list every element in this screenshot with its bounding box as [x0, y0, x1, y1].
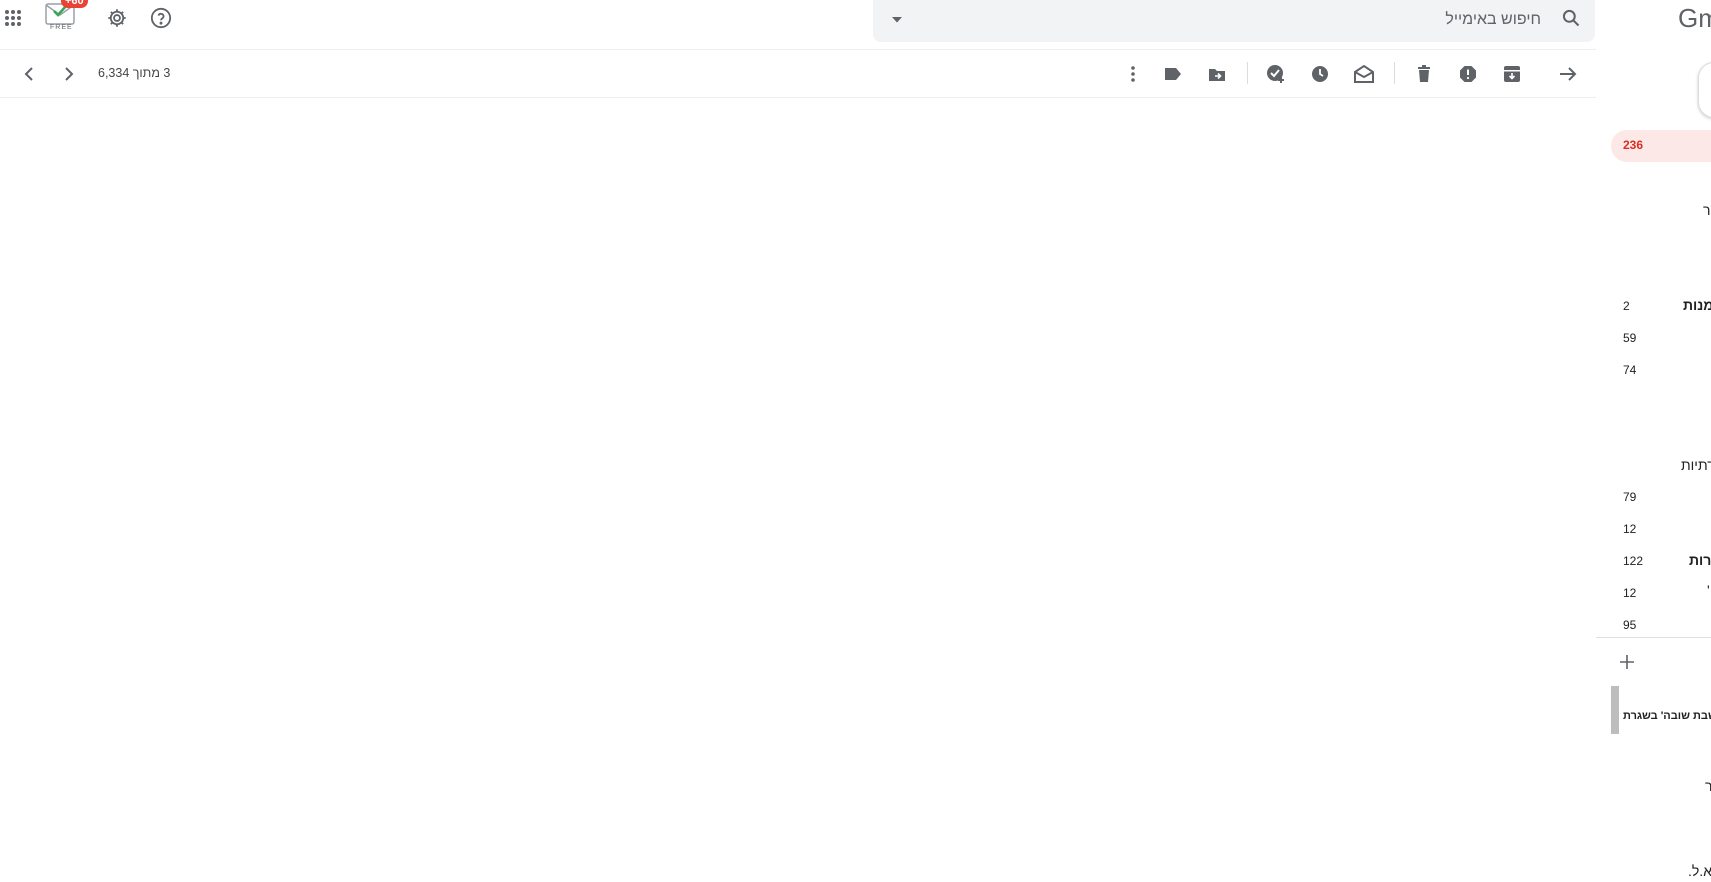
sidebar-item-count: 2 — [1623, 299, 1630, 313]
add-label-plus-icon[interactable] — [1615, 650, 1639, 674]
sidebar-item-label[interactable]: מנות — [1683, 297, 1711, 313]
move-to-folder-icon[interactable] — [1199, 56, 1235, 92]
older-chevron-right-icon[interactable] — [51, 56, 87, 92]
search-options-dropdown-icon[interactable] — [879, 2, 915, 38]
add-to-tasks-icon[interactable] — [1258, 56, 1294, 92]
report-spam-icon[interactable] — [1450, 56, 1486, 92]
chat-preview-item[interactable]: שבת שובה' בשגרת — [1611, 686, 1711, 734]
search-icon[interactable] — [1553, 0, 1589, 36]
inbox-unread-count: 236 — [1623, 138, 1644, 152]
sidebar-item-count: 12 — [1623, 522, 1637, 536]
sidebar-divider — [1596, 637, 1711, 638]
sidebar-item-count: 59 — [1623, 331, 1637, 345]
search-input[interactable] — [921, 0, 1541, 40]
pagination-text: 3 מתוך 6,334 — [98, 66, 171, 80]
gmail-logo[interactable]: Gmail — [1678, 3, 1711, 34]
help-icon[interactable] — [143, 0, 179, 36]
back-arrow-icon[interactable] — [1550, 56, 1586, 92]
toolbar-separator — [1394, 62, 1395, 84]
sidebar-item-count: 74 — [1623, 363, 1637, 377]
toolbar-bottom-divider — [0, 97, 1596, 98]
toolbar-separator — [1247, 62, 1248, 84]
sidebar-item-count: 122 — [1623, 554, 1644, 568]
mark-as-unread-icon[interactable] — [1346, 56, 1382, 92]
search-bar — [873, 0, 1595, 42]
addon-mail-icon[interactable]: +60 FREE — [44, 0, 88, 36]
sidebar-item-count: 95 — [1623, 618, 1637, 632]
archive-icon[interactable] — [1494, 56, 1530, 92]
more-vert-icon[interactable] — [1115, 56, 1151, 92]
newer-chevron-left-icon[interactable] — [11, 56, 47, 92]
header-divider — [0, 49, 1596, 50]
apps-grid-icon[interactable] — [0, 0, 31, 36]
sidebar-bottom-label: ר — [1705, 778, 1711, 794]
sidebar-item-label[interactable]: ' — [1707, 582, 1710, 598]
chat-preview-text: שבת שובה' בשגרת — [1623, 710, 1711, 722]
settings-gear-icon[interactable] — [99, 0, 135, 36]
sidebar-bottom-label: א.ל. — [1688, 863, 1711, 879]
label-icon[interactable] — [1155, 56, 1191, 92]
addon-badge-count: +60 — [61, 0, 88, 8]
sidebar-item-label[interactable]: רתיות — [1681, 457, 1711, 473]
chat-preview-bar — [1611, 686, 1619, 734]
addon-free-label: FREE — [50, 24, 73, 31]
sidebar-item-count: 12 — [1623, 586, 1637, 600]
snooze-clock-icon[interactable] — [1302, 56, 1338, 92]
sidebar-item-label[interactable]: רות — [1689, 552, 1711, 568]
delete-trash-icon[interactable] — [1406, 56, 1442, 92]
sidebar-item-count: 79 — [1623, 490, 1637, 504]
sidebar-item-label[interactable]: ר — [1703, 202, 1710, 218]
compose-button[interactable] — [1698, 62, 1711, 118]
